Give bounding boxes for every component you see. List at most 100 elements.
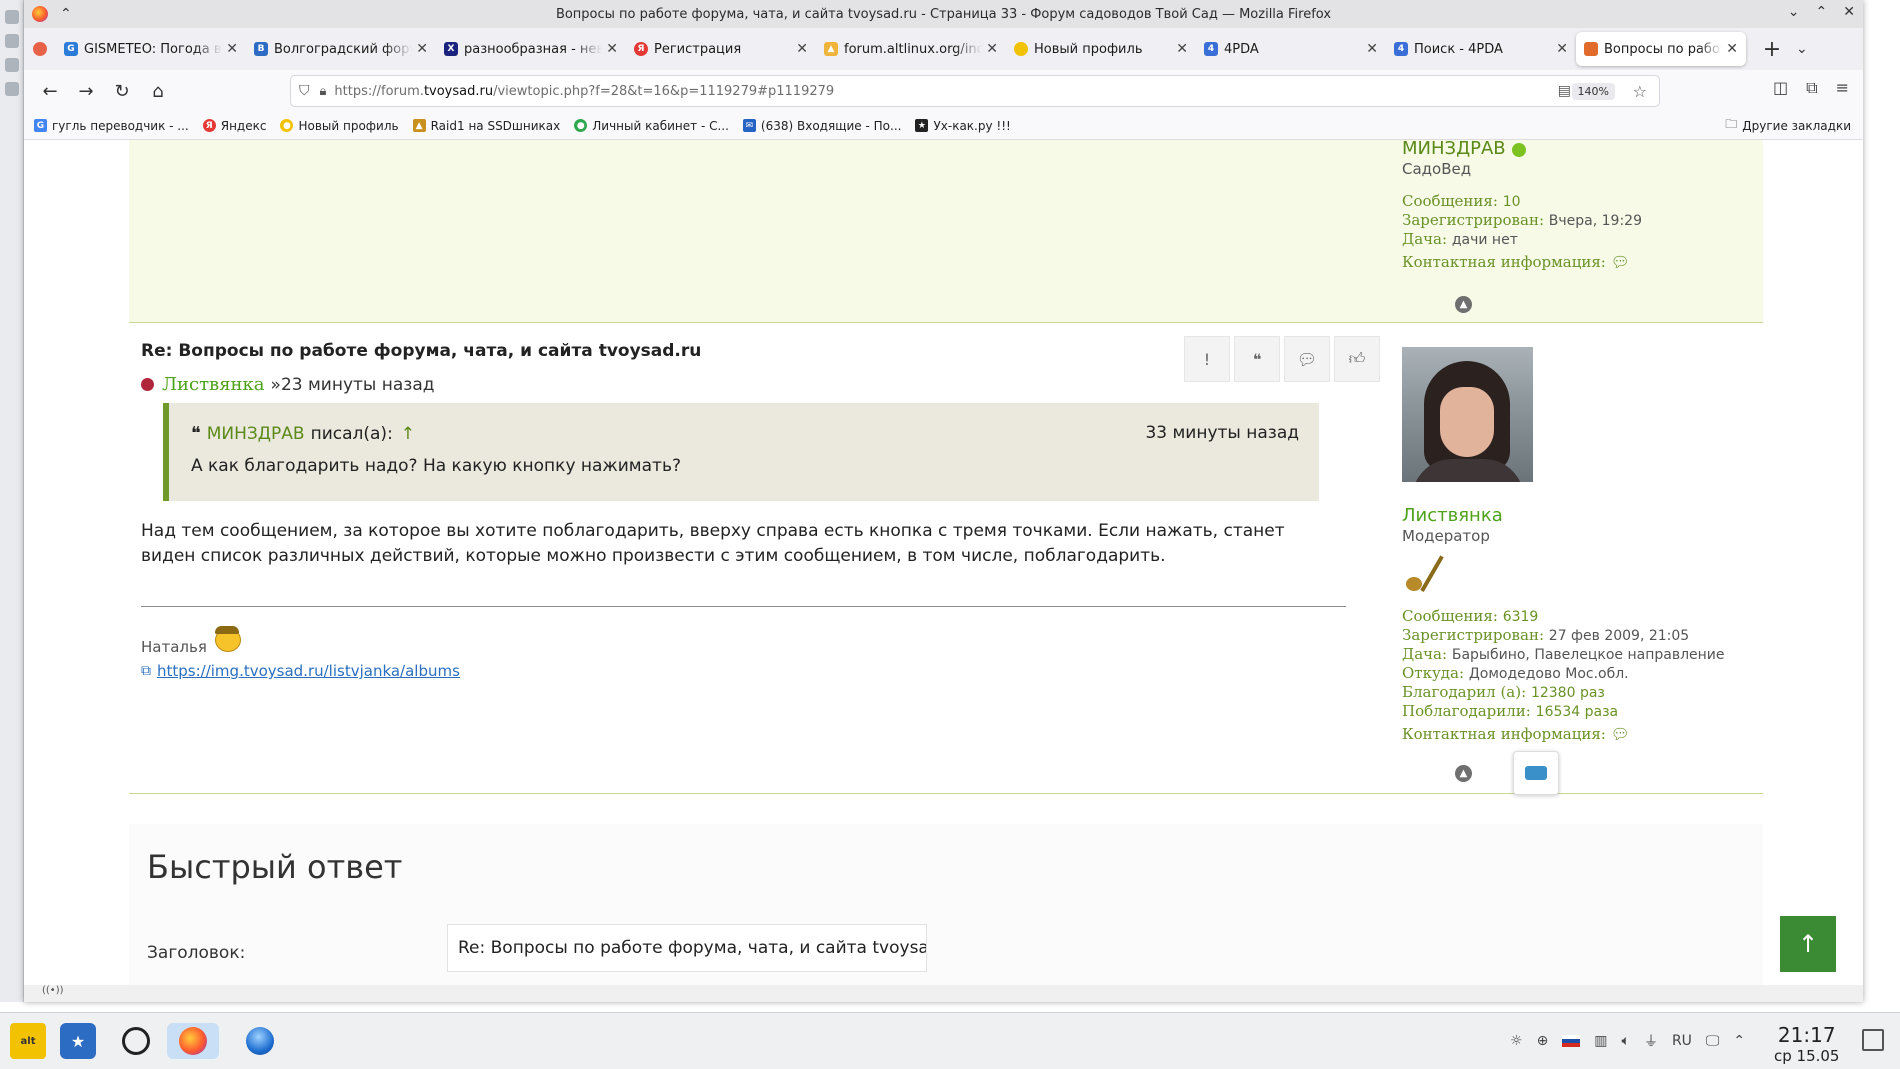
prev-author-rank: СадоВед: [1402, 160, 1472, 178]
back-to-top-icon[interactable]: ▲: [1455, 765, 1472, 782]
window-icon[interactable]: [5, 34, 19, 48]
keyboard-layout[interactable]: RU: [1672, 1033, 1692, 1049]
maximize-icon[interactable]: ⌃: [1816, 4, 1828, 20]
reader-view-icon[interactable]: ▤: [1558, 83, 1571, 99]
tracking-shield-icon[interactable]: ⛉: [299, 83, 310, 99]
list-icon[interactable]: [5, 58, 19, 72]
zoom-level-button[interactable]: 140%: [1571, 82, 1615, 100]
avatar[interactable]: [1402, 347, 1533, 482]
bookmark-inbox[interactable]: ✉ (638) Входящие - По...: [742, 119, 901, 133]
tray-expand-icon[interactable]: ⌃: [1733, 1033, 1745, 1049]
subject-input[interactable]: Re: Вопросы по работе форума, чата, и са…: [447, 924, 927, 972]
address-bar[interactable]: ⛉ 🔒︎ https://forum.tvoysad.ru/viewtopic.…: [290, 75, 1660, 107]
report-button[interactable]: !: [1184, 336, 1230, 382]
signature-link[interactable]: ⧉ https://img.tvoysad.ru/listvjanka/albu…: [141, 662, 460, 680]
tab-close-icon[interactable]: ✕: [606, 41, 618, 57]
prev-messages-count[interactable]: 10: [1503, 194, 1521, 210]
albums-link[interactable]: https://img.tvoysad.ru/listvjanka/albums: [157, 662, 460, 680]
new-tab-button[interactable]: +: [1756, 37, 1788, 62]
tab-tvoysad-active[interactable]: Вопросы по работе форума✕: [1576, 32, 1746, 66]
bookmark-uh-kak[interactable]: ★ Ух-как.ру !!!: [915, 119, 1011, 133]
tab-close-icon[interactable]: ✕: [1366, 41, 1378, 57]
bookmark-raid1[interactable]: ▲ Raid1 на SSDшниках: [412, 119, 560, 133]
tab-close-icon[interactable]: ✕: [1726, 41, 1738, 57]
back-to-top-icon[interactable]: ▲: [1455, 296, 1472, 313]
reload-icon[interactable]: ↻: [106, 75, 138, 107]
usb-icon[interactable]: ⏚: [1644, 1031, 1658, 1051]
like-button[interactable]: 👍︎: [1334, 336, 1380, 382]
tab-4pda[interactable]: 4 4PDA ✕: [1196, 32, 1386, 66]
pocket-icon[interactable]: ◫: [1773, 78, 1788, 98]
tab-close-icon[interactable]: ✕: [1556, 41, 1568, 57]
file-manager-icon[interactable]: ★: [60, 1023, 96, 1059]
tab-close-icon[interactable]: ✕: [1176, 41, 1188, 57]
bookmark-new-profile[interactable]: ● Новый профиль: [280, 119, 399, 133]
bookmark-personal-cabinet[interactable]: ● Личный кабинет - С...: [574, 119, 729, 133]
profile-been-thanked-link[interactable]: 16534 раза: [1536, 704, 1618, 720]
clock[interactable]: 21:17 ср 15.05: [1774, 1023, 1839, 1065]
tab-close-icon[interactable]: ✕: [226, 41, 238, 57]
quote-button[interactable]: ❝: [1234, 336, 1280, 382]
tab-4pda-search[interactable]: 4 Поиск - 4PDA ✕: [1386, 32, 1576, 66]
online-indicator-icon: [1511, 143, 1526, 157]
tab-new-profile[interactable]: Новый профиль ✕: [1006, 32, 1196, 66]
scroll-to-top-button[interactable]: ↑: [1780, 916, 1836, 972]
volume-icon[interactable]: 🔈︎: [1622, 1033, 1630, 1049]
bookmark-google-translate[interactable]: Gгугль переводчик - ...: [34, 119, 189, 133]
4pda-icon: 4: [1394, 42, 1408, 56]
tab-raznoobraznaya[interactable]: X разнообразная - неверная✕: [436, 32, 626, 66]
tab-registration[interactable]: Я Регистрация ✕: [626, 32, 816, 66]
show-desktop-icon[interactable]: [1862, 1029, 1884, 1051]
quote-icon: ❝: [1252, 349, 1262, 369]
thunderbird-icon[interactable]: [242, 1023, 278, 1059]
tab-volgograd-forum[interactable]: B Волгоградский форум ✕: [246, 32, 436, 66]
tab-close-icon[interactable]: ✕: [986, 41, 998, 57]
back-icon[interactable]: ←: [34, 75, 66, 107]
notification-icon[interactable]: ☼: [1510, 1033, 1523, 1049]
cabinet-icon: ●: [574, 119, 588, 132]
post-title[interactable]: Re: Вопросы по работе форума, чата, и са…: [141, 341, 701, 361]
tab-close-icon[interactable]: ✕: [416, 41, 428, 57]
clipboard-icon[interactable]: ▥: [1594, 1033, 1607, 1049]
yandex-icon: Я: [202, 119, 216, 132]
contact-info-icon[interactable]: 💬︎: [1611, 253, 1630, 271]
contact-popup-button[interactable]: [1513, 751, 1559, 795]
mail-icon[interactable]: [5, 10, 19, 24]
start-menu-icon[interactable]: alt: [10, 1023, 46, 1059]
close-icon[interactable]: ✕: [1843, 4, 1855, 20]
firefox-taskbar-icon[interactable]: [167, 1023, 219, 1059]
post-author-link[interactable]: Листвянка: [162, 374, 265, 395]
contact-info-icon[interactable]: 💬︎: [1611, 725, 1630, 743]
minimize-icon[interactable]: ⌄: [1788, 4, 1800, 20]
home-icon[interactable]: ⌂: [142, 75, 174, 107]
profile-thanked-link[interactable]: 12380 раз: [1531, 685, 1605, 701]
forward-icon[interactable]: →: [70, 75, 102, 107]
bookmark-star-icon[interactable]: ☆: [1633, 82, 1647, 101]
quote-author-link[interactable]: МИНЗДРАВ: [207, 424, 305, 444]
russian-flag-icon[interactable]: [1562, 1035, 1581, 1047]
timeshift-clock-icon[interactable]: [118, 1023, 154, 1059]
lock-icon[interactable]: 🔒︎: [320, 84, 327, 99]
reply-button[interactable]: 💬︎: [1284, 336, 1330, 382]
tab-gismeteo[interactable]: G GISMETEO: Погода в Волгограде✕: [56, 32, 246, 66]
tab-close-icon[interactable]: ✕: [796, 41, 808, 57]
go-to-quoted-arrow-icon[interactable]: ↑: [401, 424, 415, 444]
menu-icon[interactable]: ≡: [1836, 78, 1849, 98]
url-text[interactable]: https://forum.tvoysad.ru/viewtopic.php?f…: [334, 84, 834, 99]
prev-author-link[interactable]: МИНЗДРАВ: [1402, 140, 1506, 159]
post-time[interactable]: 23 минуты назад: [281, 375, 435, 395]
tab-bar: G GISMETEO: Погода в Волгограде✕ B Волго…: [24, 28, 1863, 70]
comments-icon: 💬︎: [1296, 349, 1318, 369]
profile-messages-count[interactable]: 6319: [1503, 609, 1539, 625]
extensions-icon[interactable]: ⧉: [1806, 78, 1817, 98]
tab-altlinux[interactable]: ▲ forum.altlinux.org/index✕: [816, 32, 1006, 66]
firefox-view-tab[interactable]: [24, 32, 56, 66]
chat-icon[interactable]: [5, 82, 19, 96]
network-icon[interactable]: 🖵︎: [1706, 1033, 1720, 1049]
bookmark-yandex[interactable]: Я Яндекс: [202, 119, 266, 133]
updates-icon[interactable]: ⊕: [1537, 1033, 1549, 1049]
profile-name-link[interactable]: Листвянка: [1402, 507, 1725, 525]
other-bookmarks[interactable]: 🗀︎ Другие закладки: [1725, 115, 1851, 136]
post-meta: Листвянка » ◷ 23 минуты назад: [141, 374, 435, 395]
list-all-tabs-icon[interactable]: ⌄: [1796, 41, 1808, 57]
